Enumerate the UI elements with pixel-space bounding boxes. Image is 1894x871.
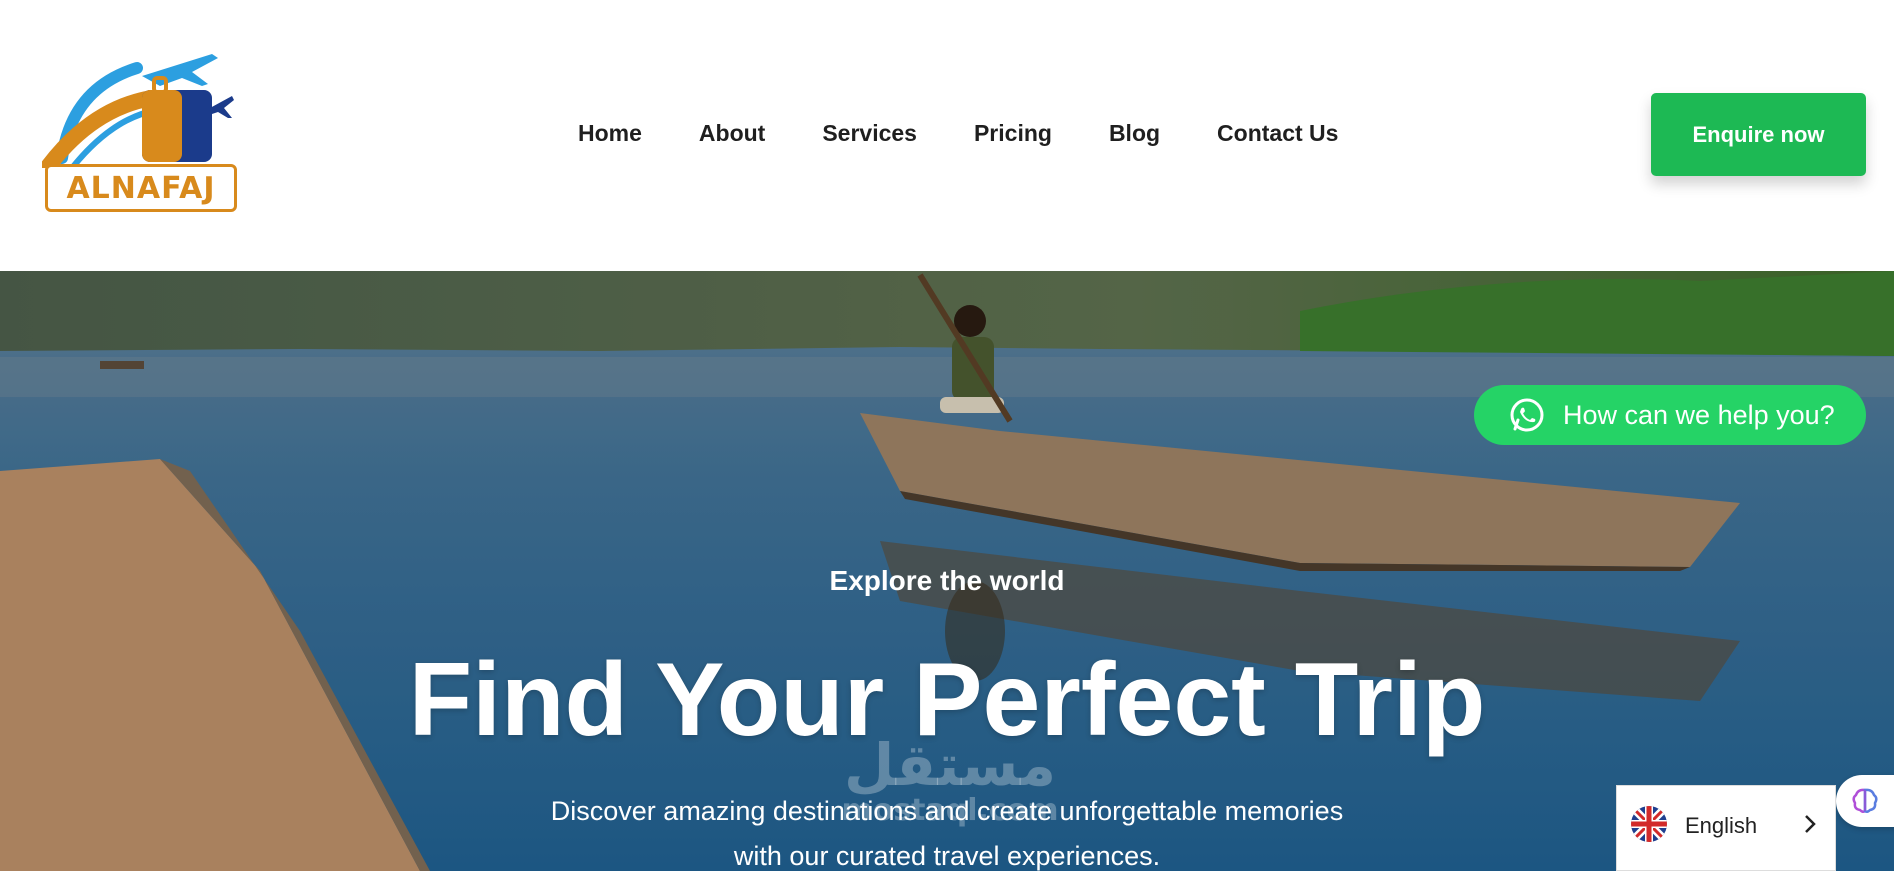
brain-icon: [1852, 788, 1878, 814]
language-switcher[interactable]: English: [1616, 785, 1836, 871]
site-header: ALNAFAJ Home About Services Pricing Blog…: [0, 0, 1894, 271]
side-widget-button[interactable]: [1836, 775, 1894, 827]
uk-flag-icon: [1631, 806, 1667, 842]
brand-logo[interactable]: ALNAFAJ: [39, 48, 242, 218]
nav-item-blog[interactable]: Blog: [1109, 120, 1160, 147]
chevron-right-icon: [1805, 815, 1816, 833]
hero-description: Discover amazing destinations and create…: [0, 789, 1894, 871]
nav-item-pricing[interactable]: Pricing: [974, 120, 1052, 147]
hero-description-line2: with our curated travel experiences.: [733, 841, 1161, 871]
whatsapp-icon: [1510, 398, 1544, 432]
logo-wordmark-box: ALNAFAJ: [45, 164, 237, 212]
enquire-now-button[interactable]: Enquire now: [1651, 93, 1866, 176]
nav-item-home[interactable]: Home: [578, 120, 642, 147]
airplane-suitcase-logo-icon: [39, 54, 234, 176]
hero-section: مستقل mostaql.com Explore the world Find…: [0, 271, 1894, 871]
whatsapp-label: How can we help you?: [1563, 399, 1835, 430]
main-nav: Home About Services Pricing Blog Contact…: [578, 120, 1338, 147]
hero-kicker: Explore the world: [829, 565, 1065, 596]
whatsapp-chat-button[interactable]: How can we help you?: [1474, 385, 1866, 445]
logo-wordmark: ALNAFAJ: [66, 170, 216, 206]
nav-item-contact[interactable]: Contact Us: [1217, 120, 1338, 147]
hero-title: Find Your Perfect Trip: [408, 642, 1486, 758]
language-label: English: [1685, 813, 1758, 838]
nav-item-about[interactable]: About: [699, 120, 765, 147]
hero-description-line1: Discover amazing destinations and create…: [550, 796, 1344, 826]
nav-item-services[interactable]: Services: [822, 120, 917, 147]
